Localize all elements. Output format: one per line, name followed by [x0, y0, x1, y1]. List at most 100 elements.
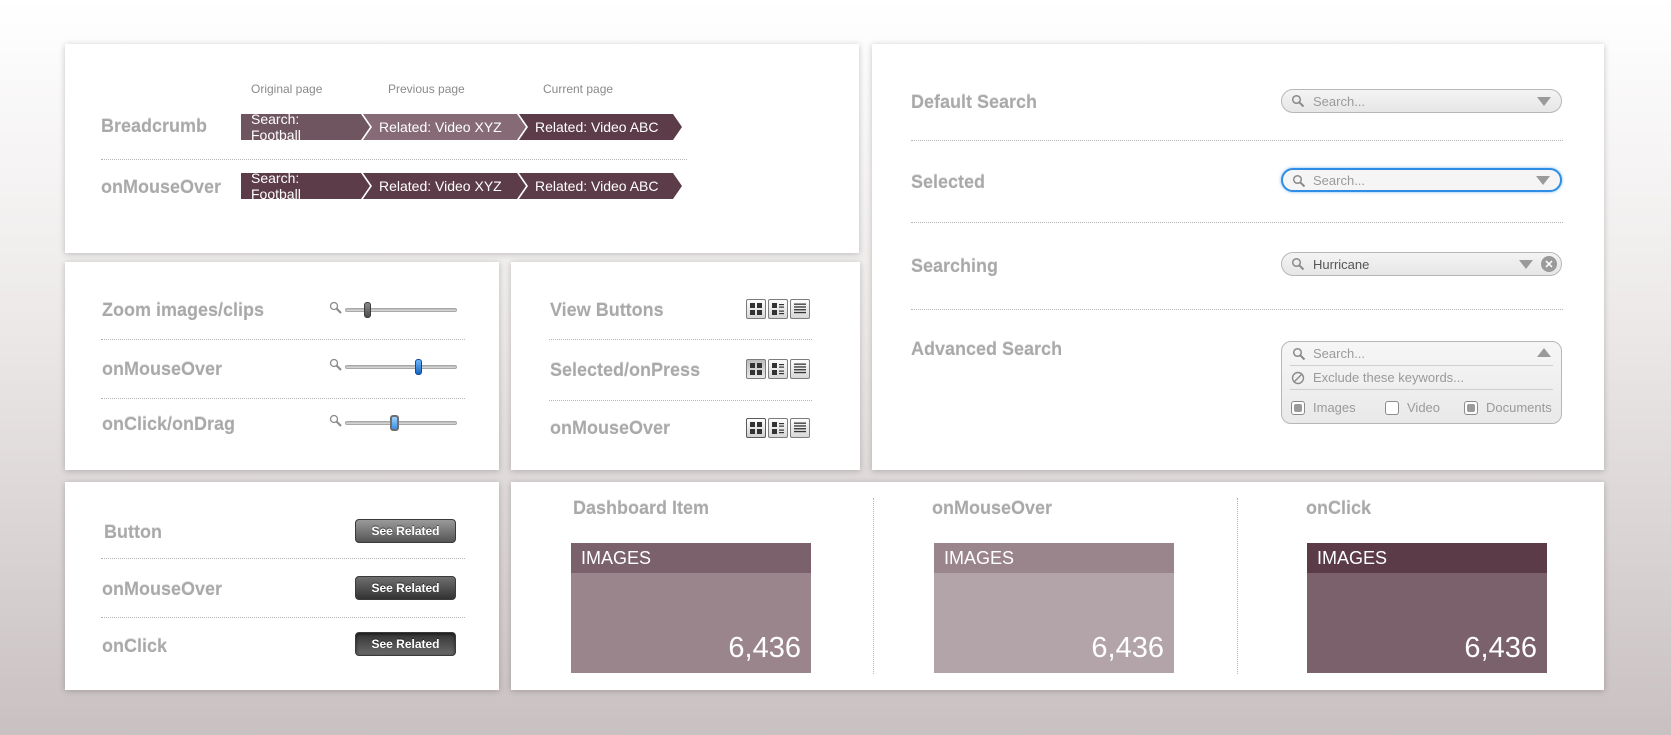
- checkbox[interactable]: [1464, 400, 1478, 415]
- see-related-button[interactable]: See Related: [355, 519, 456, 543]
- search-panel: Default Search Search... Selected Search…: [872, 44, 1604, 470]
- detail-view-button[interactable]: [768, 299, 788, 319]
- see-related-button-hover[interactable]: See Related: [355, 576, 456, 600]
- option-images[interactable]: Images: [1291, 400, 1356, 415]
- view-buttons-label: View Buttons: [550, 300, 664, 320]
- grid-view-button[interactable]: [746, 418, 766, 438]
- divider: [549, 400, 812, 401]
- slider-thumb[interactable]: [414, 359, 422, 375]
- view-selected-label: Selected/onPress: [550, 360, 701, 380]
- search-placeholder: Search...: [1313, 173, 1366, 188]
- crumb-original[interactable]: Search: Football: [241, 114, 370, 140]
- dashboard-tile-hover[interactable]: IMAGES 6,436: [934, 543, 1174, 673]
- option-label: Video: [1407, 400, 1441, 415]
- list-view-icon: [794, 363, 806, 374]
- detail-view-button[interactable]: [768, 418, 788, 438]
- zoom-panel: Zoom images/clips onMouseOver onClick/on…: [65, 262, 499, 470]
- list-view-button[interactable]: [790, 299, 810, 319]
- default-search-label: Default Search: [911, 92, 1038, 112]
- exclude-keywords-input[interactable]: Exclude these keywords...: [1290, 366, 1553, 390]
- checkbox[interactable]: [1385, 400, 1399, 415]
- dashboard-hover-label: onMouseOver: [932, 498, 1053, 518]
- crumb-original[interactable]: Search: Football: [241, 173, 370, 199]
- dropdown-arrow-icon[interactable]: [1536, 176, 1550, 185]
- dropdown-arrow-icon[interactable]: [1519, 260, 1533, 269]
- crumb-label: Related: Video XYZ: [379, 178, 502, 194]
- search-icon: [1291, 257, 1305, 271]
- option-documents[interactable]: Documents: [1464, 400, 1552, 415]
- crumb-current[interactable]: Related: Video ABC: [519, 114, 682, 140]
- detail-view-button[interactable]: [768, 359, 788, 379]
- option-label: Documents: [1486, 400, 1552, 415]
- tile-title: IMAGES: [1307, 543, 1547, 573]
- zoom-hover-label: onMouseOver: [102, 359, 223, 379]
- zoom-slider-drag[interactable]: [329, 413, 459, 433]
- slider-track[interactable]: [345, 365, 457, 369]
- view-buttons-hover: [746, 418, 810, 438]
- dashboard-tile-click[interactable]: IMAGES 6,436: [1307, 543, 1547, 673]
- col-header-original: Original page: [251, 82, 323, 96]
- grid-view-button[interactable]: [746, 299, 766, 319]
- selected-search-input[interactable]: Search...: [1281, 168, 1562, 192]
- advanced-search-label: Advanced Search: [911, 339, 1063, 359]
- magnifier-icon: [329, 414, 342, 427]
- option-video[interactable]: Video: [1385, 400, 1440, 415]
- col-header-current: Current page: [543, 82, 614, 96]
- view-buttons-panel: View Buttons Selected/onPress onMouseOve…: [511, 262, 860, 470]
- grid-view-icon: [750, 303, 762, 315]
- slider-thumb[interactable]: [390, 415, 400, 431]
- list-view-button[interactable]: [790, 359, 810, 379]
- search-icon: [1292, 174, 1306, 188]
- clear-icon[interactable]: ✕: [1541, 256, 1557, 272]
- dashboard-tile-default[interactable]: IMAGES 6,436: [571, 543, 811, 673]
- advanced-search-box: Search... Exclude these keywords... Imag…: [1281, 341, 1562, 424]
- option-label: Images: [1313, 400, 1356, 415]
- slider-track[interactable]: [345, 421, 457, 425]
- exclude-placeholder: Exclude these keywords...: [1313, 370, 1465, 385]
- slider-track[interactable]: [345, 308, 457, 312]
- zoom-slider[interactable]: [329, 300, 459, 320]
- advanced-search-input[interactable]: Search...: [1290, 342, 1553, 366]
- divider: [911, 140, 1563, 141]
- button-click-label: onClick: [102, 636, 168, 656]
- search-placeholder: Search...: [1313, 346, 1366, 361]
- zoom-label: Zoom images/clips: [102, 300, 265, 320]
- magnifier-icon: [329, 358, 342, 371]
- crumb-previous[interactable]: Related: Video XYZ: [363, 173, 526, 199]
- crumb-current[interactable]: Related: Video ABC: [519, 173, 682, 199]
- detail-view-icon: [772, 363, 784, 375]
- divider: [101, 398, 465, 399]
- divider: [1237, 498, 1238, 674]
- magnifier-icon: [329, 301, 342, 314]
- slider-thumb[interactable]: [364, 302, 372, 318]
- grid-view-button[interactable]: [746, 359, 766, 379]
- zoom-slider-hover[interactable]: [329, 357, 459, 377]
- searching-input[interactable]: Hurricane ✕: [1281, 252, 1562, 276]
- breadcrumb-default: Search: Football Related: Video XYZ Rela…: [241, 114, 675, 140]
- see-related-button-pressed[interactable]: See Related: [355, 632, 456, 656]
- crumb-label: Related: Video ABC: [535, 178, 659, 194]
- search-placeholder: Search...: [1313, 94, 1366, 109]
- divider: [549, 339, 812, 340]
- dashboard-click-label: onClick: [1306, 498, 1372, 518]
- list-view-button[interactable]: [790, 418, 810, 438]
- dropdown-arrow-icon[interactable]: [1537, 97, 1551, 106]
- list-view-icon: [794, 422, 806, 433]
- list-view-icon: [794, 303, 806, 314]
- default-search-input[interactable]: Search...: [1281, 89, 1562, 113]
- view-buttons-selected: [746, 359, 810, 379]
- tile-count: 6,436: [1464, 632, 1537, 664]
- divider: [911, 222, 1563, 223]
- crumb-label: Related: Video XYZ: [379, 119, 502, 135]
- crumb-previous[interactable]: Related: Video XYZ: [363, 114, 526, 140]
- crumb-label: Search: Football: [251, 111, 301, 143]
- divider: [101, 617, 465, 618]
- checkbox[interactable]: [1291, 400, 1305, 415]
- breadcrumb-panel: Original page Previous page Current page…: [65, 44, 859, 253]
- tile-title: IMAGES: [934, 543, 1174, 573]
- divider: [911, 309, 1563, 310]
- view-buttons: [746, 299, 810, 319]
- divider: [101, 558, 465, 559]
- searching-label: Searching: [911, 256, 999, 276]
- collapse-arrow-icon[interactable]: [1537, 348, 1551, 357]
